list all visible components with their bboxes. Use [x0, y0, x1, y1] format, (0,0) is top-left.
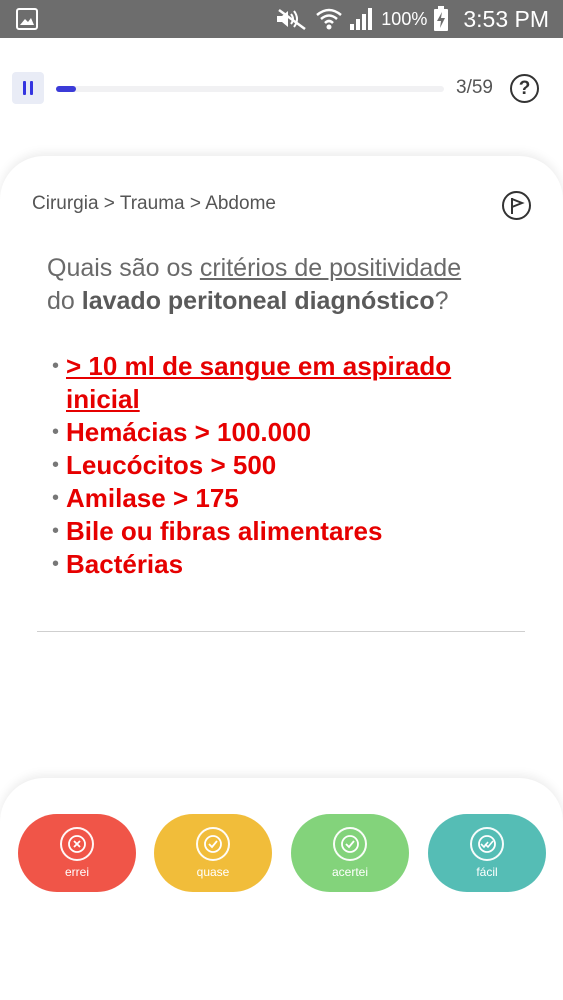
- status-bar: 100% 3:53 PM: [0, 0, 563, 38]
- check-icon: [333, 827, 367, 861]
- divider: [37, 631, 525, 632]
- answer-item: Bactérias: [52, 548, 522, 581]
- mute-icon: [277, 8, 307, 30]
- quase-button[interactable]: quase: [154, 814, 272, 892]
- progress-fill: [56, 86, 76, 92]
- pause-icon: [23, 81, 26, 95]
- clock: 3:53 PM: [463, 5, 549, 32]
- underlined-term: critérios de positividade: [199, 254, 462, 282]
- wifi-icon: [316, 8, 343, 30]
- progress-track: [56, 86, 444, 92]
- pause-button[interactable]: [12, 72, 44, 104]
- x-circle-icon: [60, 827, 94, 861]
- almost-check-icon: [196, 827, 230, 861]
- errei-button[interactable]: errei: [18, 814, 136, 892]
- double-check-icon: [470, 827, 504, 861]
- battery-charging-icon: [434, 6, 449, 31]
- image-icon: [16, 8, 38, 30]
- answer-item: Bile ou fibras alimentares: [52, 515, 522, 548]
- question-text: Quais são os critérios de positividade d…: [47, 254, 462, 315]
- acertei-button[interactable]: acertei: [291, 814, 409, 892]
- question-counter: 3/59: [456, 77, 493, 98]
- bold-term: lavado peritoneal diagnóstico: [81, 287, 435, 315]
- answer-item: Hemácias > 100.000: [52, 416, 522, 449]
- answer-item: > 10 ml de sangue em aspirado inicial: [52, 350, 522, 416]
- answer-list: > 10 ml de sangue em aspirado inicial He…: [52, 350, 522, 581]
- help-icon[interactable]: ?: [510, 74, 539, 103]
- battery-percent: 100%: [381, 8, 428, 29]
- answer-item: Leucócitos > 500: [52, 449, 522, 482]
- facil-button[interactable]: fácil: [428, 814, 546, 892]
- breadcrumb: Cirurgia > Trauma > Abdome: [32, 193, 276, 214]
- signal-icon: [350, 8, 373, 30]
- flag-icon[interactable]: [502, 191, 531, 220]
- answer-item: Amilase > 175: [52, 482, 522, 515]
